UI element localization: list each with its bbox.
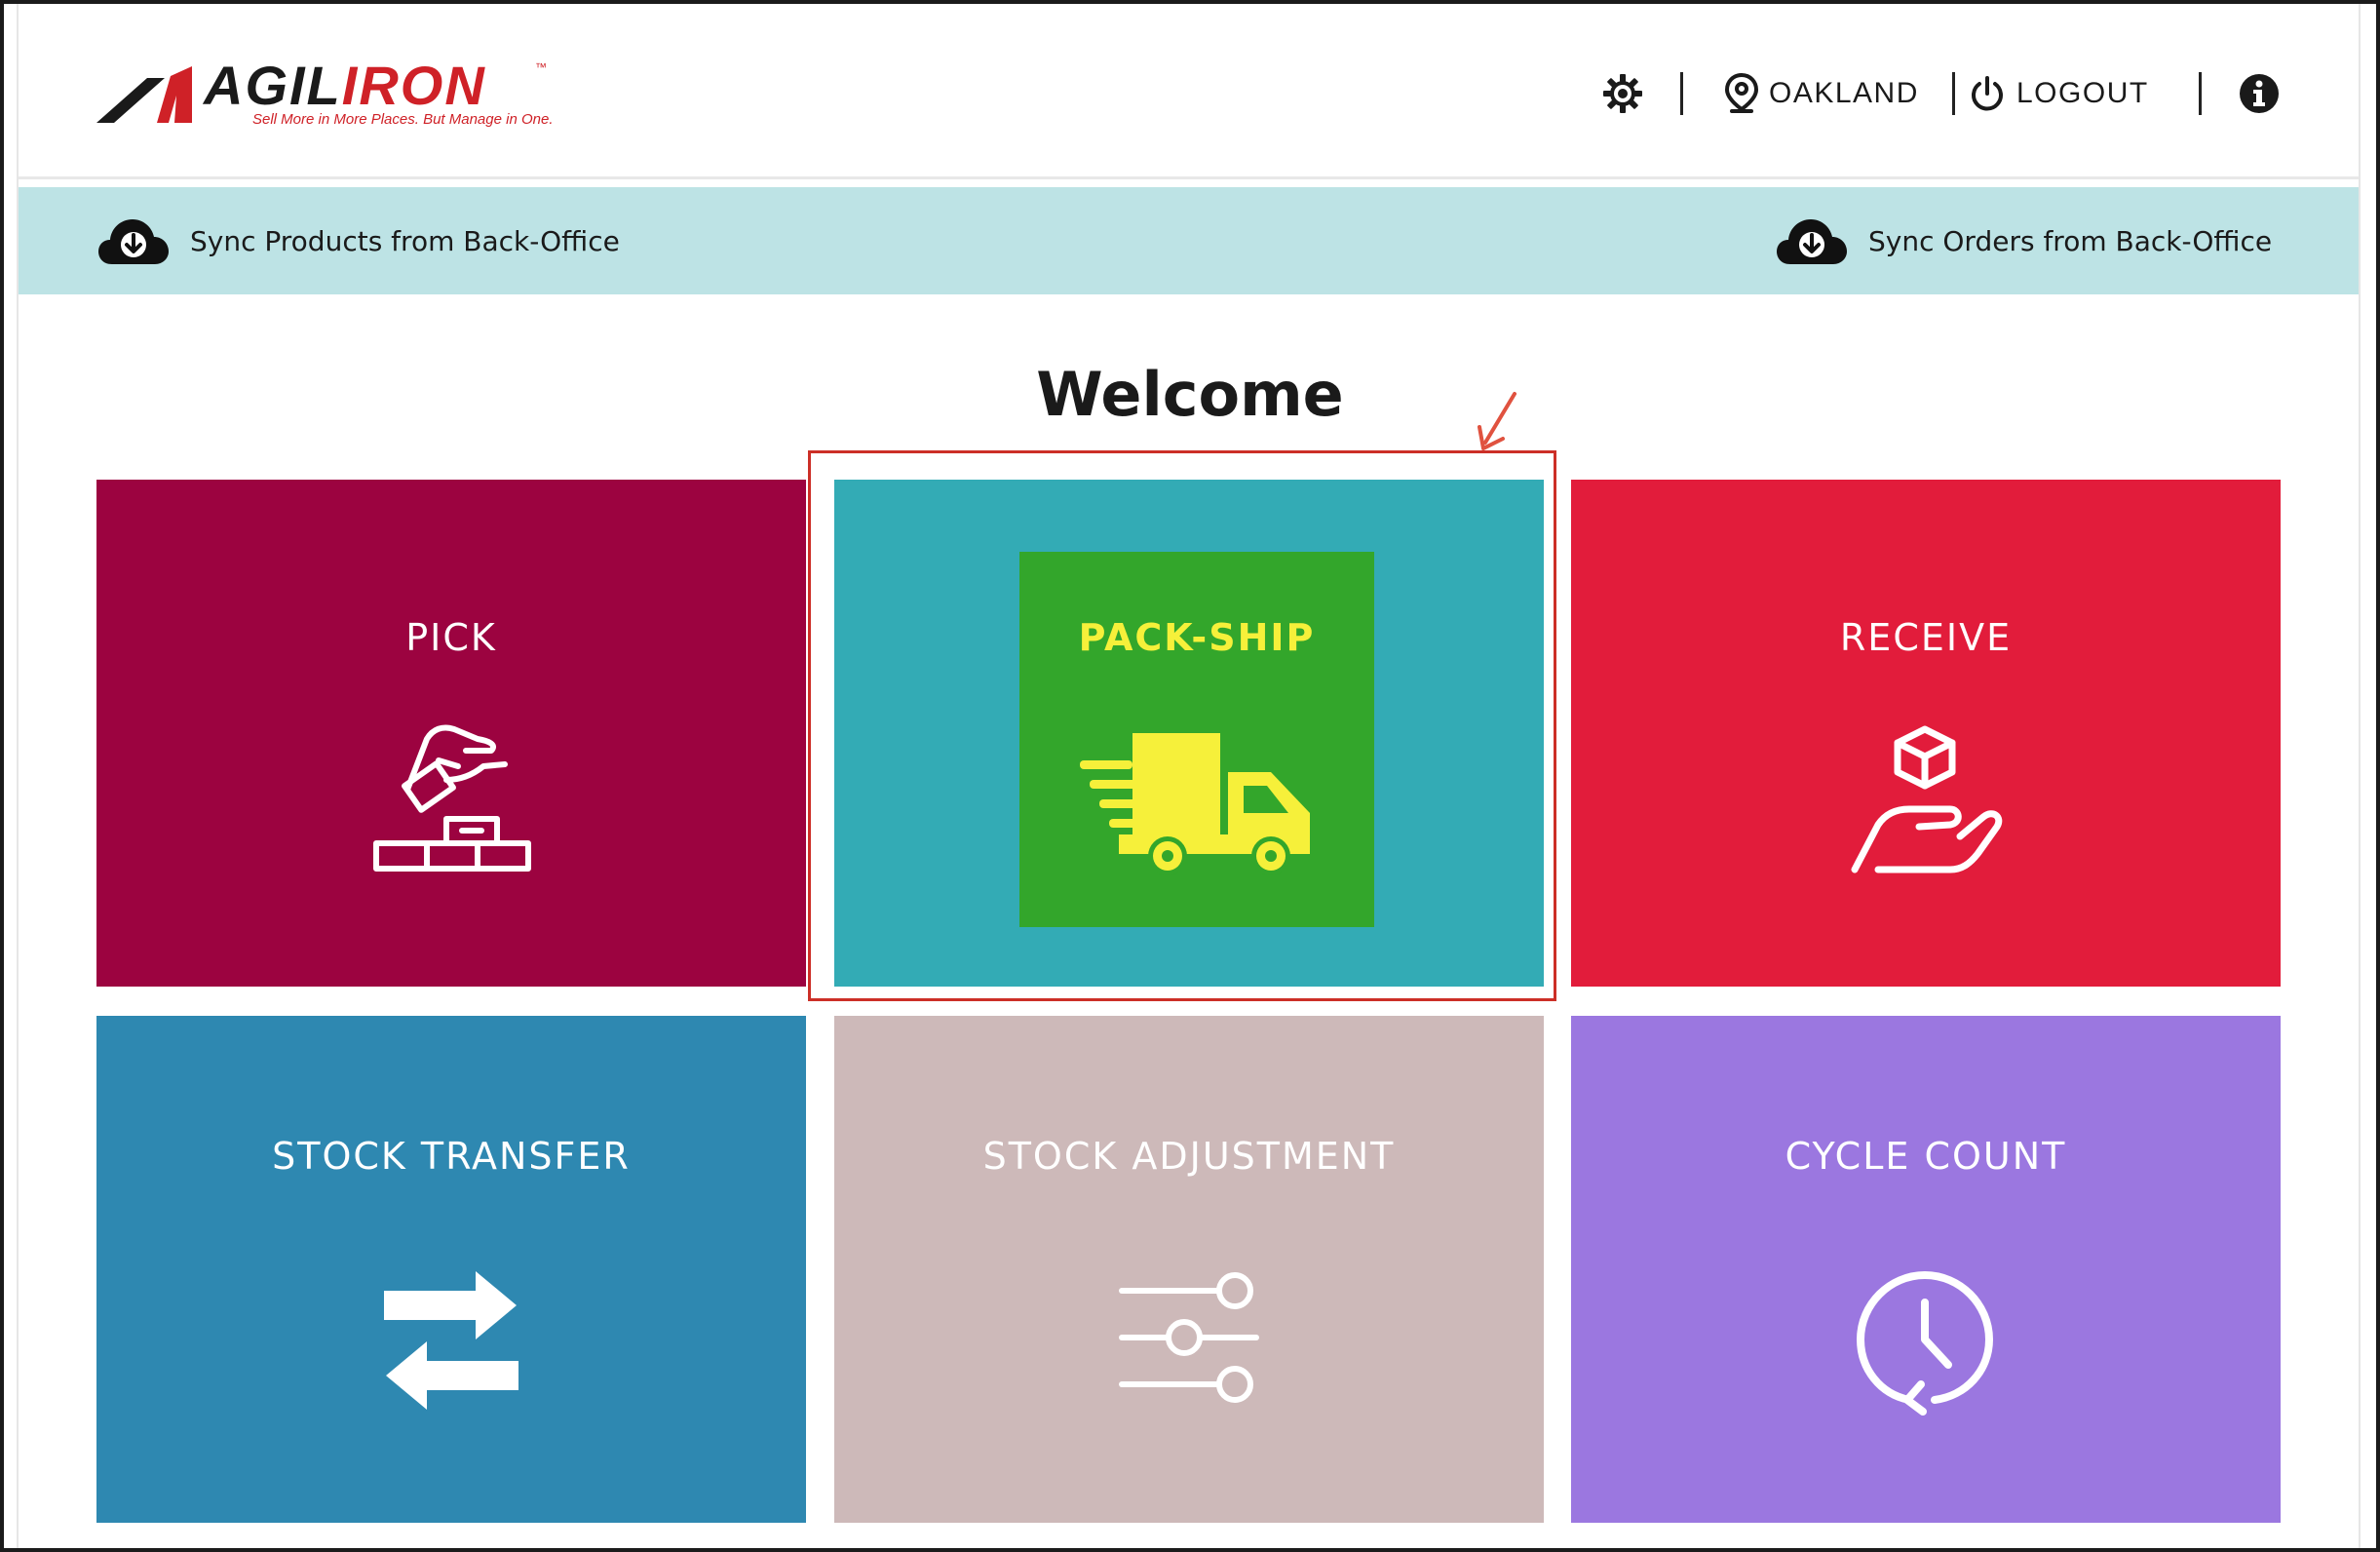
header-divider	[1680, 72, 1683, 115]
sliders-icon	[1119, 1272, 1259, 1403]
history-clock-icon	[1857, 1271, 1993, 1416]
hand-pick-boxes-icon	[373, 724, 531, 872]
tile-label: CYCLE COUNT	[1785, 1135, 2067, 1178]
sync-bar: Sync Products from Back-Office Sync Orde…	[19, 187, 2359, 294]
header-divider	[1952, 72, 1955, 115]
info-button[interactable]	[2238, 64, 2281, 123]
cloud-download-icon	[98, 219, 169, 264]
logo-wordmark: AGILIRON	[204, 55, 486, 116]
logout-button[interactable]: LOGOUT	[1968, 64, 2149, 123]
app-header: AGILIRON ™ Sell More in More Places. But…	[19, 4, 2359, 179]
sync-products-button[interactable]: Sync Products from Back-Office	[96, 187, 620, 294]
location-button[interactable]: OAKLAND	[1724, 64, 1919, 123]
annotation-arrow-icon	[1478, 392, 1516, 450]
hand-holding-box-icon	[1851, 725, 2003, 873]
location-label: OAKLAND	[1769, 77, 1919, 109]
page-title: Welcome	[1036, 359, 1344, 430]
logo-tagline: Sell More in More Places. But Manage in …	[252, 111, 554, 128]
tile-cycle-count[interactable]: CYCLE COUNT	[1571, 1016, 2281, 1523]
sync-products-label: Sync Products from Back-Office	[190, 224, 620, 257]
tile-pick[interactable]: PICK	[96, 480, 806, 987]
logout-label: LOGOUT	[2016, 77, 2149, 109]
gear-icon	[1603, 74, 1642, 113]
transfer-arrows-icon	[384, 1271, 518, 1410]
tile-label: RECEIVE	[1839, 616, 2013, 659]
tile-receive[interactable]: RECEIVE	[1571, 480, 2281, 987]
map-pin-icon	[1724, 72, 1759, 113]
settings-button[interactable]	[1601, 64, 1644, 123]
sync-orders-label: Sync Orders from Back-Office	[1868, 224, 2273, 257]
logo-mark-icon	[96, 66, 192, 123]
tile-stock-adjustment[interactable]: STOCK ADJUSTMENT	[834, 1016, 1544, 1523]
tile-stock-transfer[interactable]: STOCK TRANSFER	[96, 1016, 806, 1523]
right-rail	[2359, 4, 2361, 1548]
header-divider	[2199, 72, 2202, 115]
tile-label: STOCK TRANSFER	[272, 1135, 631, 1178]
highlight-box	[808, 450, 1556, 1001]
cloud-download-icon	[1777, 219, 1847, 264]
agiliron-logo[interactable]: AGILIRON ™ Sell More in More Places. But…	[96, 58, 564, 135]
logo-trademark: ™	[535, 60, 547, 74]
sync-orders-button[interactable]: Sync Orders from Back-Office	[1775, 187, 2272, 294]
tile-label: STOCK ADJUSTMENT	[982, 1135, 1396, 1178]
info-icon	[2240, 74, 2279, 113]
power-icon	[1972, 76, 2003, 111]
tile-label: PICK	[405, 616, 497, 659]
